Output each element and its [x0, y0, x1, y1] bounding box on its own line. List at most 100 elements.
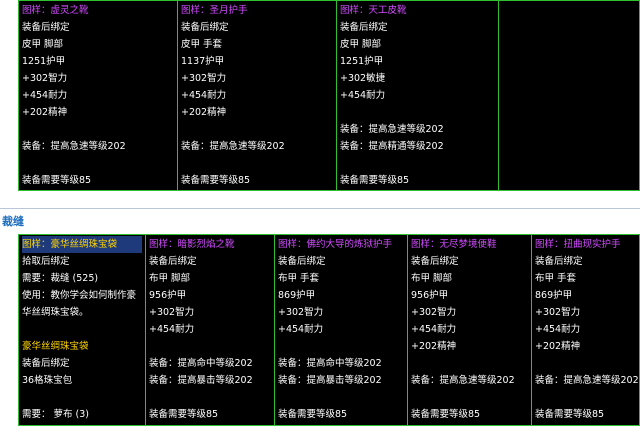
item-stat-line	[278, 338, 404, 355]
item-card-bottom-2: 图样：佛约大导的炼狱护手 装备后绑定 布甲 手套 869护甲 +302智力 +454耐力装…	[274, 234, 408, 426]
item-title[interactable]: 图样：圣月护手	[181, 2, 333, 19]
item-stat-line: +454耐力	[181, 90, 227, 101]
item-stat-line: +454耐力	[22, 90, 68, 101]
item-sub-line: 36格珠宝包	[22, 375, 73, 386]
item-stat-line: 装备后绑定	[340, 22, 388, 33]
item-title-prefix: 图样：	[22, 5, 51, 16]
item-stat-line	[535, 355, 636, 372]
item-title-name[interactable]: 佛约大导的炼狱护手	[307, 239, 393, 250]
item-stat-line: +454耐力	[411, 324, 457, 335]
item-stat-line: 装备后绑定	[411, 256, 459, 267]
item-title[interactable]: 图样：暗影烈焰之靴	[149, 236, 271, 253]
item-stat-line: +454耐力	[535, 324, 581, 335]
item-stat-line: +454耐力	[340, 90, 386, 101]
item-title[interactable]: 图样：扭曲现实护手	[535, 236, 636, 253]
item-stat-line	[340, 104, 495, 121]
item-stat-line: +202精神	[411, 341, 457, 352]
item-stat-line: 皮甲 手套	[181, 39, 223, 50]
item-title[interactable]: 图样：虚灵之靴	[22, 2, 174, 19]
top-items-row: 图样：虚灵之靴 装备后绑定 皮甲 脚部 1251护甲 +302智力 +454耐力 +202精…	[0, 0, 640, 191]
item-title-name[interactable]: 天工皮靴	[369, 5, 407, 16]
item-stat-line: 需要：裁缝 (525)	[22, 273, 99, 284]
item-stat-line: 装备：提高暴击等级202	[149, 375, 253, 386]
item-stat-line	[149, 389, 271, 406]
item-stat-line: 布甲 脚部	[411, 273, 453, 284]
item-stat-line: +302智力	[22, 73, 68, 84]
item-title-name[interactable]: 圣月护手	[210, 5, 248, 16]
item-stat-line: 956护甲	[411, 290, 449, 301]
item-stat-line: 装备：提高急速等级202	[22, 141, 126, 152]
section-label-tailoring[interactable]: 裁缝	[2, 213, 24, 229]
item-title-name[interactable]: 豪华丝绸珠宝袋	[51, 239, 118, 250]
item-card-top-1: 图样：圣月护手装备后绑定皮甲 手套 1137护甲 +302智力 +454耐力 +202精…	[177, 0, 337, 191]
item-stat-line: 装备：提高急速等级202	[535, 375, 639, 386]
item-title[interactable]: 图样：豪华丝绸珠宝袋	[22, 236, 142, 253]
item-stat-line: 装备需要等级85	[22, 175, 92, 186]
item-stat-line: 装备：提高急速等级202	[181, 141, 285, 152]
item-stat-line	[149, 338, 271, 355]
item-stat-line: 装备后绑定	[181, 22, 229, 33]
item-stat-line: +202精神	[181, 107, 227, 118]
item-stat-line: 装备：提高暴击等级202	[278, 375, 382, 386]
section-divider	[0, 208, 640, 209]
item-stat-line	[22, 155, 174, 172]
item-stat-line: 1137护甲	[181, 56, 225, 67]
item-stat-line: 物品等级378	[22, 189, 174, 190]
item-stat-line: 装备需要等级85	[149, 409, 219, 420]
item-stat-line: 物品等级378	[340, 189, 495, 190]
item-stat-line: 皮甲 脚部	[340, 39, 382, 50]
item-stat-line: 1251护甲	[22, 56, 66, 67]
item-stat-line	[340, 155, 495, 172]
item-title-prefix: 图样：	[149, 239, 178, 250]
item-title-name[interactable]: 无尽梦境便鞋	[440, 239, 497, 250]
item-title[interactable]: 图样：天工皮靴	[340, 2, 495, 19]
item-stat-line	[22, 321, 142, 338]
item-stat-line	[181, 155, 333, 172]
item-stat-line: 装备需要等级85	[181, 175, 251, 186]
item-title-name[interactable]: 暗影烈焰之靴	[178, 239, 235, 250]
item-card-bottom-0: 图样：豪华丝绸珠宝袋 拾取后绑定 需要：裁缝 (525) 使用：教你学会如何制作豪 华丝…	[18, 234, 146, 426]
item-title-name[interactable]: 扭曲现实护手	[564, 239, 621, 250]
item-stat-line: +202精神	[535, 341, 581, 352]
item-subtitle[interactable]: 豪华丝绸珠宝袋	[22, 338, 142, 355]
item-stat-line: 装备需要等级85	[340, 175, 410, 186]
item-stat-line: 装备需要等级85	[535, 409, 605, 420]
item-stat-line	[22, 121, 174, 138]
item-sub-line	[22, 389, 142, 406]
item-stat-line: 华丝绸珠宝袋。	[22, 307, 89, 318]
item-stat-line: 装备后绑定	[278, 256, 326, 267]
item-stat-line: 布甲 手套	[278, 273, 320, 284]
item-sub-line: 需要： 萝布 (3)	[22, 409, 89, 420]
item-stat-line	[411, 355, 528, 372]
item-stat-line: +302敏捷	[340, 73, 386, 84]
item-title[interactable]: 图样：佛约大导的炼狱护手	[278, 236, 404, 253]
item-title-name[interactable]: 虚灵之靴	[51, 5, 89, 16]
item-stat-line: 物品等级378	[181, 189, 333, 190]
item-stat-line: 使用：教你学会如何制作豪	[22, 290, 137, 301]
item-sub-line: 装备后绑定	[22, 358, 70, 369]
item-stat-line: +302智力	[149, 307, 195, 318]
item-stat-line: 布甲 手套	[535, 273, 577, 284]
item-stat-line: 装备：提高命中等级202	[149, 358, 253, 369]
item-stat-line: 拾取后绑定	[22, 256, 70, 267]
item-title[interactable]: 图样：无尽梦境便鞋	[411, 236, 528, 253]
item-title-prefix: 图样：	[535, 239, 564, 250]
item-stat-line: 装备：提高命中等级202	[278, 358, 382, 369]
item-title-prefix: 图样：	[22, 239, 51, 250]
item-stat-line: +202精神	[22, 107, 68, 118]
item-card-bottom-4: 图样：扭曲现实护手 装备后绑定 布甲 手套 869护甲 +302智力 +454耐力 +202…	[531, 234, 640, 426]
item-stat-line: 装备需要等级85	[411, 409, 481, 420]
item-stat-line: 装备需要等级85	[278, 409, 348, 420]
item-stat-line: +454耐力	[278, 324, 324, 335]
item-stat-line: 956护甲	[149, 290, 187, 301]
item-stat-line: +302智力	[411, 307, 457, 318]
item-stat-line: 装备后绑定	[149, 256, 197, 267]
item-stat-line	[535, 389, 636, 406]
item-stat-line: 869护甲	[278, 290, 316, 301]
empty-card-top	[498, 0, 640, 191]
item-title-prefix: 图样：	[411, 239, 440, 250]
item-stat-line: +302智力	[181, 73, 227, 84]
item-stat-line	[181, 121, 333, 138]
item-card-top-2: 图样：天工皮靴 装备后绑定 皮甲 脚部 1251护甲 +302敏捷 +454耐力 装备：提高…	[336, 0, 499, 191]
item-stat-line	[278, 389, 404, 406]
